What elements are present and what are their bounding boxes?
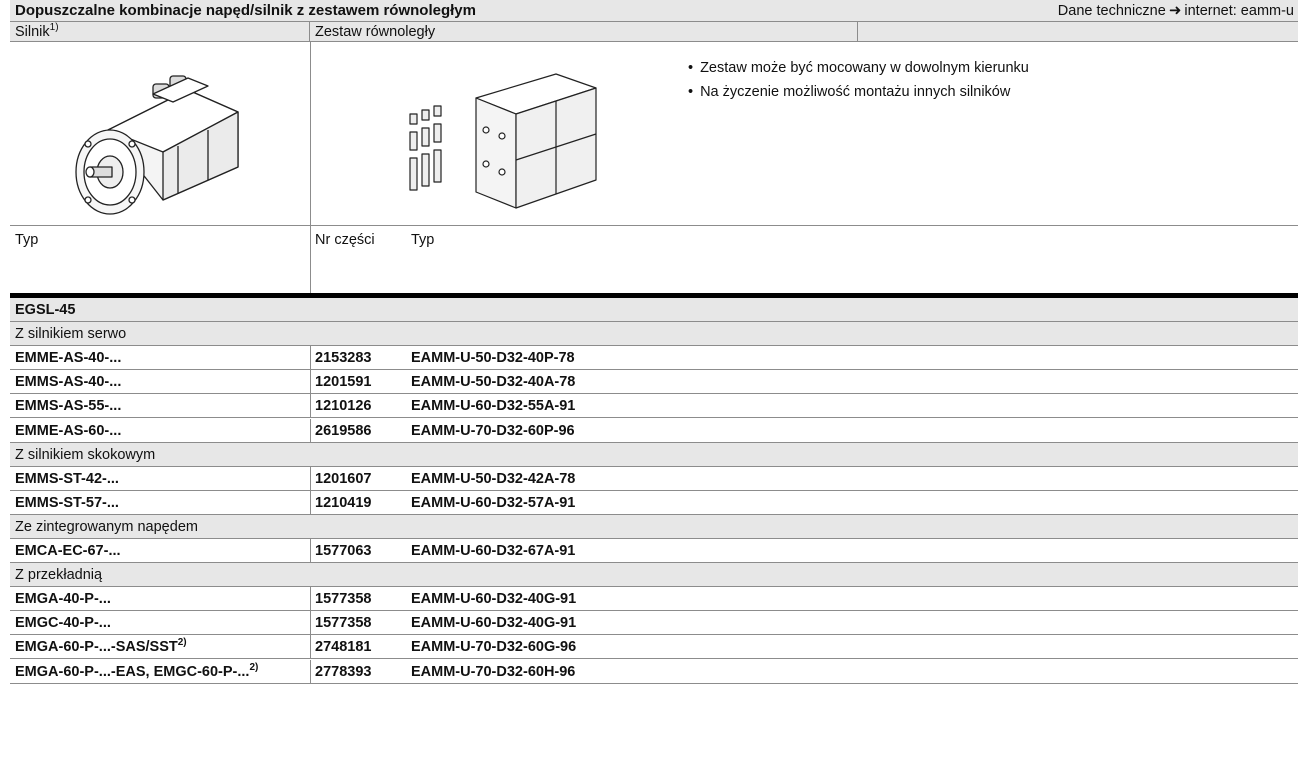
table-row: EMMS-ST-42-... 1201607 EAMM-U-50-D32-42A-7… bbox=[10, 466, 1298, 492]
kit-type-cell: EAMM-U-60-D32-40G-91 bbox=[411, 615, 577, 632]
kit-type-cell: EAMM-U-50-D32-40P-78 bbox=[411, 350, 575, 367]
group-title: Z silnikiem serwo bbox=[15, 326, 127, 343]
kit-column-header: Zestaw równoległy bbox=[310, 22, 858, 41]
motor-type: EMMS-AS-55-... bbox=[15, 398, 122, 415]
part-number-cell: 1577358 bbox=[315, 615, 372, 632]
part-number-cell: 1201591 bbox=[315, 374, 372, 391]
table-row: EMMS-ST-57-... 1210419 EAMM-U-60-D32-57A-9… bbox=[10, 490, 1298, 516]
arrow-right-icon: ➜ bbox=[1168, 2, 1182, 19]
motor-type-cell: EMGA-60-P-...-EAS, EMGC-60-P-...2) bbox=[10, 662, 310, 685]
footnote-marker: 2) bbox=[177, 637, 187, 649]
section-row: EGSL-45 bbox=[10, 298, 1298, 323]
group-title: Ze zintegrowanym napędem bbox=[15, 518, 198, 535]
motor-type-cell: EMMS-ST-42-... bbox=[10, 469, 310, 492]
image-row: Zestaw może być mocowany w dowolnym kier… bbox=[10, 42, 1298, 226]
motor-type-cell: EMGA-60-P-...-SAS/SST2) bbox=[10, 637, 310, 660]
part-number-cell: 1577063 bbox=[315, 543, 372, 559]
motor-type: EMMS-ST-57-... bbox=[15, 494, 119, 511]
part-number-cell: 1210126 bbox=[315, 398, 372, 415]
motor-type-cell: EMCA-EC-67-... bbox=[10, 541, 310, 564]
motor-type: EMGA-60-P-...-SAS/SST bbox=[15, 639, 178, 656]
kit-type-cell: EAMM-U-50-D32-40A-78 bbox=[411, 374, 576, 391]
table-header-row: Typ Nr części Typ bbox=[10, 226, 1298, 294]
motor-column-header: Silnik1) bbox=[10, 22, 310, 41]
motor-type: EMGA-60-P-...-EAS, EMGC-60-P-... bbox=[15, 663, 250, 680]
motor-type-cell: EMME-AS-60-... bbox=[10, 421, 310, 444]
group-header-row: Ze zintegrowanym napędem bbox=[10, 514, 1298, 539]
table-row: EMGA-60-P-...-EAS, EMGC-60-P-...2) 277839… bbox=[10, 659, 1298, 685]
column-header-row: Silnik1) Zestaw równoległy bbox=[10, 22, 1298, 42]
group-title: Z przekładnią bbox=[15, 567, 103, 584]
type-column-header: Typ bbox=[15, 232, 39, 248]
motor-type: EMME-AS-40-... bbox=[15, 350, 122, 367]
motor-type-cell: EMME-AS-40-... bbox=[10, 348, 310, 371]
motor-type: EMCA-EC-67-... bbox=[15, 543, 121, 559]
kit-type-cell: EAMM-U-60-D32-55A-91 bbox=[411, 398, 576, 415]
motor-type: EMGA-40-P-... bbox=[15, 591, 111, 608]
motor-type-cell: EMGC-40-P-... bbox=[10, 613, 310, 636]
title-bar: Dopuszczalne kombinacje napęd/silnik z z… bbox=[10, 0, 1298, 22]
kit-type-column-header: Typ bbox=[411, 232, 435, 248]
motor-type: EMMS-ST-42-... bbox=[15, 470, 119, 487]
table-row: EMMS-AS-40-... 1201591 EAMM-U-50-D32-40A-7… bbox=[10, 370, 1298, 395]
parallel-kit-image bbox=[409, 73, 597, 209]
group-title: Z silnikiem skokowym bbox=[15, 446, 156, 463]
part-number-cell: 2153283 bbox=[315, 350, 372, 367]
group-header-row: Z przekładnią bbox=[10, 563, 1298, 588]
part-number-cell: 1577358 bbox=[315, 591, 372, 608]
technical-data-link[interactable]: Dane techniczne ➜ internet: eamm-u bbox=[1058, 1, 1294, 22]
motor-type-cell: EMMS-ST-57-... bbox=[10, 493, 310, 516]
motor-type: EMGC-40-P-... bbox=[15, 615, 111, 632]
part-number-cell: 2619586 bbox=[315, 422, 372, 439]
group-header-row: Z silnikiem skokowym bbox=[10, 442, 1298, 467]
notes-list: Zestaw może być mocowany w dowolnym kier… bbox=[688, 56, 1029, 104]
table-row: EMGA-40-P-... 1577358 EAMM-U-60-D32-40G-91 bbox=[10, 587, 1298, 612]
table-row: EMGA-60-P-...-SAS/SST2) 2748181 EAMM-U-70-… bbox=[10, 635, 1298, 660]
footnote-marker: 2) bbox=[249, 661, 259, 673]
table-row: EMME-AS-40-... 2153283 EAMM-U-50-D32-40P-7… bbox=[10, 346, 1298, 371]
part-number-cell: 1210419 bbox=[315, 494, 372, 511]
part-number-column-header: Nr części bbox=[315, 232, 375, 248]
kit-type-cell: EAMM-U-70-D32-60P-96 bbox=[411, 422, 575, 439]
kit-type-cell: EAMM-U-60-D32-67A-91 bbox=[411, 543, 576, 559]
part-number-cell: 2748181 bbox=[315, 639, 372, 656]
section-title: EGSL-45 bbox=[15, 302, 76, 318]
part-number-cell: 1201607 bbox=[315, 470, 372, 487]
link-prefix: Dane techniczne bbox=[1057, 3, 1166, 19]
table-row: EMCA-EC-67-... 1577063 EAMM-U-60-D32-67A-9… bbox=[10, 539, 1298, 564]
table-row: EMMS-AS-55-... 1210126 EAMM-U-60-D32-55A-9… bbox=[10, 394, 1298, 419]
motor-type: EMME-AS-60-... bbox=[15, 422, 122, 439]
kit-type-cell: EAMM-U-70-D32-60H-96 bbox=[411, 663, 576, 680]
kit-type-cell: EAMM-U-70-D32-60G-96 bbox=[411, 639, 577, 656]
part-number-cell: 2778393 bbox=[315, 663, 372, 680]
motor-type: EMMS-AS-40-... bbox=[15, 374, 122, 391]
motor-type-cell: EMMS-AS-55-... bbox=[10, 396, 310, 419]
data-sheet-page: Dopuszczalne kombinacje napęd/silnik z z… bbox=[10, 0, 1298, 778]
page-title: Dopuszczalne kombinacje napęd/silnik z z… bbox=[15, 2, 476, 19]
note-item: Zestaw może być mocowany w dowolnym kier… bbox=[688, 56, 1029, 80]
kit-type-cell: EAMM-U-60-D32-57A-91 bbox=[411, 494, 576, 511]
motor-header-label: Silnik bbox=[15, 24, 50, 40]
link-target: internet: eamm-u bbox=[1184, 3, 1294, 19]
motor-type-cell: EMMS-AS-40-... bbox=[10, 372, 310, 395]
table-row: EMGC-40-P-... 1577358 EAMM-U-60-D32-40G-91 bbox=[10, 611, 1298, 636]
footnote-marker: 1) bbox=[49, 22, 59, 34]
motor-type-cell: EMGA-40-P-... bbox=[10, 589, 310, 612]
kit-type-cell: EAMM-U-60-D32-40G-91 bbox=[411, 591, 577, 608]
group-header-row: Z silnikiem serwo bbox=[10, 322, 1298, 347]
servo-motor-image bbox=[75, 75, 239, 215]
kit-type-cell: EAMM-U-50-D32-42A-78 bbox=[411, 470, 576, 487]
note-item: Na życzenie możliwość montażu innych sil… bbox=[688, 80, 1029, 104]
table-row: EMME-AS-60-... 2619586 EAMM-U-70-D32-60P-9… bbox=[10, 418, 1298, 444]
